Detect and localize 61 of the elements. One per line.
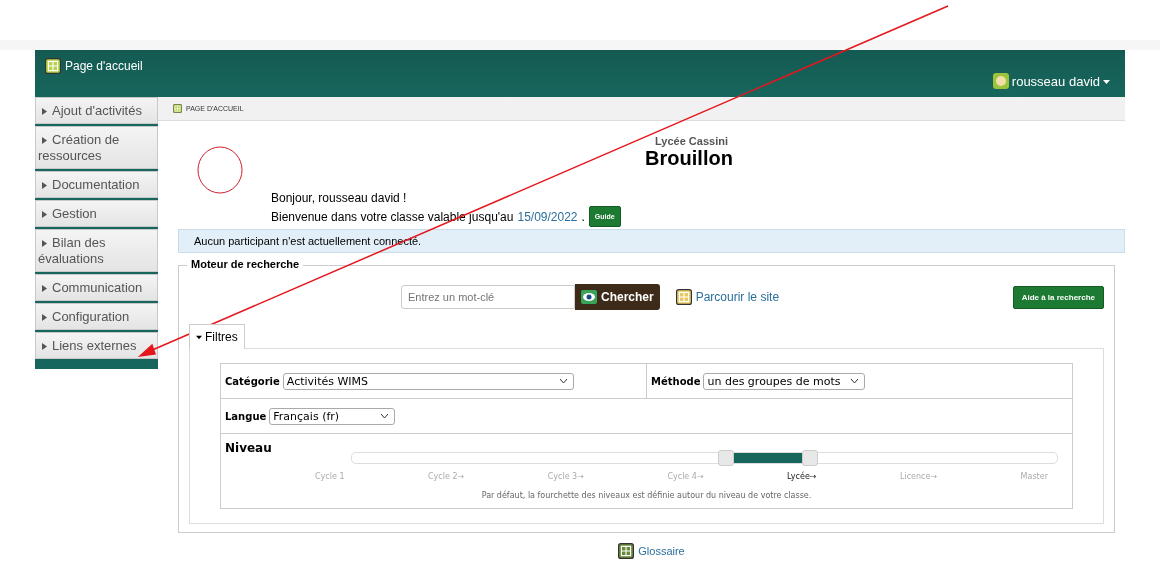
level-note: Par défaut, la fourchette des niveaux est définie autour du niveau de votre classe. [480,491,813,500]
field-label: Niveau [225,441,272,455]
caret-icon [42,137,47,144]
level-label: Cycle 4→ [667,472,704,481]
caret-icon [42,108,47,115]
search-field[interactable]: Entrez un mot-clé [401,285,575,309]
user-menu[interactable]: rousseau david [992,73,1110,89]
method-select[interactable]: un des groupes de mots [703,372,865,390]
panel-legend: Moteur de recherche [187,258,304,270]
caret-icon [42,240,47,247]
chevron-down-icon [381,413,389,419]
caret-icon [42,182,47,189]
slider-range [733,453,803,463]
class-title: Brouillon [644,147,734,170]
chevron-down-icon [559,378,567,384]
avatar-icon [992,73,1009,89]
sidebar-item[interactable]: Documentation [35,171,158,198]
category-select[interactable]: Activités WIMS [282,372,574,390]
field-label: Langue [225,410,267,422]
caret-icon [42,211,47,218]
period-text: . [581,208,585,225]
caret-icon [42,285,47,292]
field-label: Méthode [651,375,701,387]
level-label: Master [1020,472,1048,481]
date-link[interactable]: 15/09/2022 [517,208,578,225]
level-slider[interactable] [351,452,1058,464]
caret-icon [42,314,47,321]
caret-icon [42,343,47,350]
language-select[interactable]: Français (fr) [269,407,396,425]
browse-link[interactable]: Parcourir le site [675,289,780,305]
caret-icon [196,334,202,340]
greeting-text: Bonjour, rousseau david ! [271,190,408,206]
grid-icon [173,104,182,113]
level-label: Lycée→ [787,472,817,481]
level-label: Cycle 1 [315,472,345,481]
sidebar-item[interactable]: Configuration [35,303,158,330]
home-link[interactable]: Page d'accueil [45,58,143,74]
sidebar-item[interactable]: Communication [35,274,158,301]
school-name: Lycée Cassini [654,134,729,147]
glossary-link[interactable]: Glossaire [178,543,1125,559]
slider-handle[interactable] [717,450,734,466]
book-icon [618,543,635,559]
slider-handle[interactable] [802,450,819,466]
field-label: Catégorie [225,375,280,387]
chevron-down-icon [850,378,858,384]
map-icon [675,289,692,305]
level-label: Cycle 3→ [547,472,584,481]
search-button[interactable]: Chercher [575,284,660,310]
sidebar-item[interactable]: Création de ressources [35,126,158,169]
sidebar-item[interactable]: Liens externes [35,332,158,359]
level-label: Cycle 2→ [428,472,465,481]
grid-icon [45,58,61,74]
filters-tab[interactable]: Filtres [189,324,245,349]
circle-annotation [197,146,243,194]
sidebar-item[interactable]: Bilan des évaluations [35,229,158,272]
sidebar-item[interactable]: Ajout d'activités [35,97,158,124]
caret-icon [1103,77,1110,85]
sidebar-item[interactable]: Gestion [35,200,158,227]
level-label: Licence→ [900,472,938,481]
eye-icon [581,290,597,304]
help-button[interactable]: Aide à la recherche [1012,285,1104,309]
